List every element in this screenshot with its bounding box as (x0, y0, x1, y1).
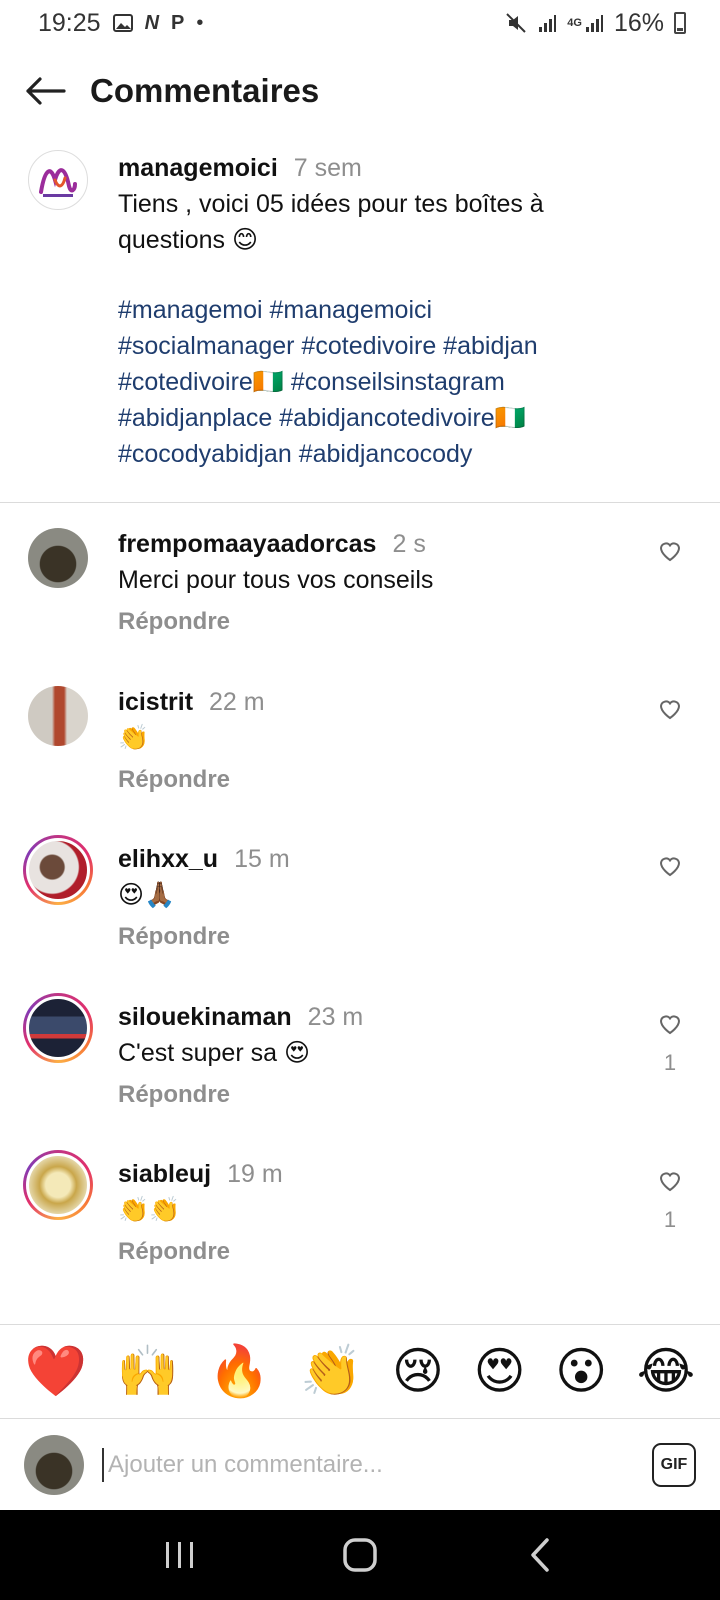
emoji-crying-button[interactable]: 😢 (392, 1342, 444, 1400)
avatar[interactable] (28, 686, 88, 746)
dot-icon: • (196, 11, 204, 34)
heart-icon[interactable] (658, 855, 682, 877)
comment-username[interactable]: elihxx_u (118, 845, 218, 873)
mute-icon (505, 12, 527, 34)
comment-input[interactable] (102, 1448, 592, 1482)
heart-icon[interactable] (658, 540, 682, 562)
avatar[interactable] (23, 993, 93, 1063)
comment-time: 15 m (234, 845, 290, 873)
emoji-raising-hands-button[interactable]: 🙌 (117, 1342, 179, 1401)
emoji-laughing-button[interactable]: 😂 (637, 1342, 695, 1400)
comment-username[interactable]: siableuj (118, 1160, 211, 1188)
comment-item: silouekinaman 23 m C'est super sa 😍 Répon… (0, 993, 720, 1119)
chevron-left-icon (531, 1538, 549, 1572)
comment-item: elihxx_u 15 m 😍🙏🏾 Répondre (0, 835, 720, 961)
comment-username[interactable]: silouekinaman (118, 1003, 292, 1031)
emoji-heart-eyes-button[interactable]: 😍 (474, 1342, 526, 1400)
p-icon: P (171, 11, 185, 34)
caption-time: 7 sem (293, 154, 362, 182)
heart-icon[interactable] (658, 1170, 682, 1192)
system-nav-bar (0, 1510, 720, 1600)
emoji-clap-button[interactable]: 👏 (300, 1342, 362, 1401)
status-time: 19:25 (38, 8, 101, 37)
comment-text: 😍🙏🏾 (118, 880, 176, 909)
comment-text: 👏👏 (118, 1195, 181, 1224)
recents-icon (166, 1542, 193, 1568)
emoji-quick-bar: ❤️ 🙌 🔥 👏 😢 😍 😮 😂 (0, 1326, 720, 1416)
hashtag-line[interactable]: #cocodyabidjan #abidjancocody (118, 436, 638, 472)
hashtag-line[interactable]: #cotedivoire🇨🇮 #conseilsinstagram (118, 364, 638, 400)
n-icon: N (144, 11, 160, 34)
comment-composer: GIF (0, 1420, 720, 1510)
comment-time: 2 s (392, 530, 426, 558)
reply-button[interactable]: Répondre (118, 604, 638, 640)
comment-text: C'est super sa 😍 (118, 1039, 311, 1067)
caption-hashtags[interactable]: #managemoi #managemoici #socialmanager #… (118, 292, 638, 472)
divider (0, 1324, 720, 1325)
header: Commentaires (0, 56, 720, 126)
brand-logo-icon (39, 168, 77, 197)
emoji-fire-button[interactable]: 🔥 (208, 1342, 270, 1401)
like-count: 1 (663, 1050, 677, 1075)
comment-username[interactable]: icistrit (118, 688, 193, 716)
divider (0, 1418, 720, 1419)
comment-text: 👏 (118, 723, 150, 752)
hashtag-line[interactable]: #abidjanplace #abidjancotedivoire🇨🇮 (118, 400, 638, 436)
comment-item: siableuj 19 m 👏👏 Répondre 1 (0, 1150, 720, 1276)
emoji-heart-button[interactable]: ❤️ (25, 1342, 87, 1401)
gif-button[interactable]: GIF (652, 1443, 696, 1487)
like-count: 1 (663, 1207, 677, 1232)
avatar[interactable] (23, 1150, 93, 1220)
home-button[interactable] (330, 1525, 390, 1585)
comment-time: 19 m (227, 1160, 283, 1188)
reply-button[interactable]: Répondre (118, 1077, 638, 1113)
hashtag-line[interactable]: #socialmanager #cotedivoire #abidjan (118, 328, 638, 364)
4g-signal-icon: 4G (567, 13, 604, 33)
divider (0, 502, 720, 503)
emoji-surprised-button[interactable]: 😮 (555, 1342, 607, 1400)
comment-item: frempomaayaadorcas 2 s Merci pour tous vo… (0, 526, 720, 646)
heart-icon[interactable] (658, 698, 682, 720)
comment-time: 22 m (209, 688, 265, 716)
avatar (24, 1435, 84, 1495)
arrow-left-icon (26, 77, 66, 105)
back-nav-button[interactable] (510, 1525, 570, 1585)
back-button[interactable] (0, 56, 90, 126)
reply-button[interactable]: Répondre (118, 919, 638, 955)
heart-icon[interactable] (658, 1013, 682, 1035)
battery-percent: 16% (613, 8, 664, 37)
comment-time: 23 m (307, 1003, 364, 1031)
signal-icon (537, 13, 557, 33)
battery-icon (674, 12, 686, 34)
avatar[interactable] (23, 835, 93, 905)
caption-username[interactable]: managemoici (118, 154, 278, 182)
comment-item: icistrit 22 m 👏 Répondre (0, 684, 720, 804)
avatar[interactable] (28, 528, 88, 588)
avatar[interactable] (28, 150, 88, 210)
recents-button[interactable] (150, 1525, 210, 1585)
comment-username[interactable]: frempomaayaadorcas (118, 530, 376, 558)
status-bar: 19:25 N P • 4G 16% (0, 0, 720, 46)
post-caption: managemoici 7 sem Tiens , voici 05 idées … (0, 150, 720, 472)
image-icon (112, 14, 133, 32)
comment-text: Merci pour tous vos conseils (118, 566, 434, 594)
reply-button[interactable]: Répondre (118, 762, 638, 798)
caption-text: Tiens , voici 05 idées pour tes boîtes à… (118, 190, 544, 254)
page-title: Commentaires (90, 72, 320, 109)
hashtag-line[interactable]: #managemoi #managemoici (118, 292, 638, 328)
reply-button[interactable]: Répondre (118, 1234, 638, 1270)
home-icon (343, 1538, 377, 1572)
